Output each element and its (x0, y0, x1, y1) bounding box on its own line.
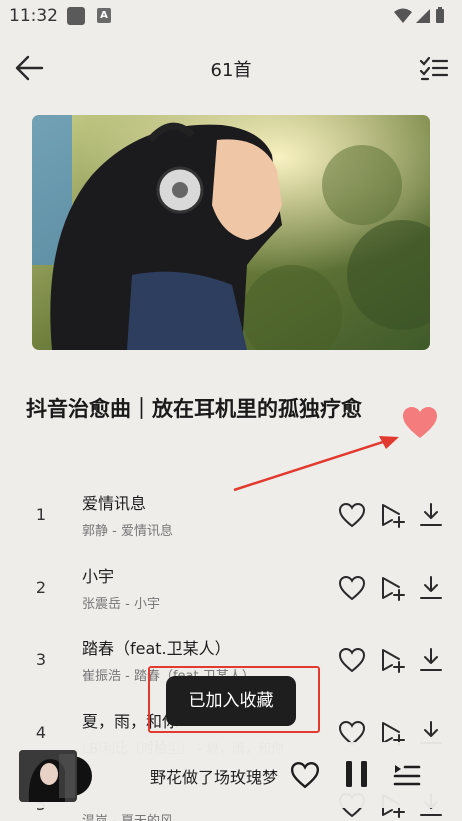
battery-icon (436, 9, 444, 23)
favorite-playlist-button[interactable] (402, 406, 438, 440)
play-next-icon (382, 649, 405, 673)
track-title: 爱情讯息 (82, 494, 147, 513)
download-icon (420, 503, 442, 526)
track-title: 小宇 (82, 567, 115, 586)
heart-outline-icon (338, 647, 366, 673)
like-track-button[interactable] (338, 647, 366, 673)
checklist-icon (419, 56, 449, 81)
status-icons (392, 7, 448, 25)
heart-outline-icon (290, 762, 320, 789)
pause-button[interactable] (343, 759, 371, 789)
app-bar: 61首 (0, 44, 462, 92)
keyboard-notification-icon: A (97, 8, 111, 23)
annotation-highlight-box (148, 666, 320, 733)
now-playing-title: 野花做了场玫瑰梦 (150, 768, 279, 787)
signal-icon (416, 9, 430, 23)
play-next-icon (382, 577, 405, 601)
play-next-icon (382, 504, 405, 528)
download-icon (420, 576, 442, 599)
track-artist-album: 张震岳 - 小宇 (82, 597, 160, 612)
multi-select-button[interactable] (418, 53, 450, 83)
heart-outline-icon (338, 575, 366, 601)
play-next-button[interactable] (378, 575, 406, 601)
download-button[interactable] (417, 575, 445, 601)
play-next-button[interactable] (378, 647, 406, 673)
track-title: 踏春（feat.卫某人） (82, 639, 231, 658)
download-button[interactable] (417, 647, 445, 673)
track-number: 1 (35, 505, 47, 524)
track-number: 3 (35, 650, 47, 669)
play-next-button[interactable] (378, 502, 406, 528)
notification-icon (67, 7, 85, 25)
track-row[interactable]: 2 小宇 张震岳 - 小宇 (0, 554, 462, 626)
like-track-button[interactable] (338, 575, 366, 601)
track-artist-album: 温岚 - 夏天的风 (82, 810, 173, 821)
queue-list-icon (393, 765, 421, 786)
download-button[interactable] (417, 502, 445, 528)
mini-player[interactable]: 野花做了场玫瑰梦 (8, 742, 454, 808)
page-title: 61首 (210, 60, 252, 81)
playlist-cover-image (32, 115, 430, 350)
track-row[interactable]: 1 爱情讯息 郭静 - 爱情讯息 (0, 481, 462, 553)
status-bar: 11:32 A (0, 0, 462, 32)
now-playing-cover[interactable] (19, 750, 77, 802)
heart-filled-icon (403, 407, 437, 438)
download-icon (420, 648, 442, 671)
playlist-title: 抖音治愈曲｜放在耳机里的孤独疗愈 (26, 397, 362, 421)
like-track-button[interactable] (338, 502, 366, 528)
pause-icon (346, 761, 367, 787)
track-number: 2 (35, 578, 47, 597)
heart-outline-icon (338, 502, 366, 528)
track-artist-album: 郭静 - 爱情讯息 (82, 524, 173, 539)
status-time: 11:32 (9, 6, 58, 26)
playlist-queue-button[interactable] (392, 759, 422, 789)
wifi-icon (394, 8, 412, 23)
player-like-button[interactable] (290, 761, 320, 789)
track-number: 4 (35, 723, 47, 742)
